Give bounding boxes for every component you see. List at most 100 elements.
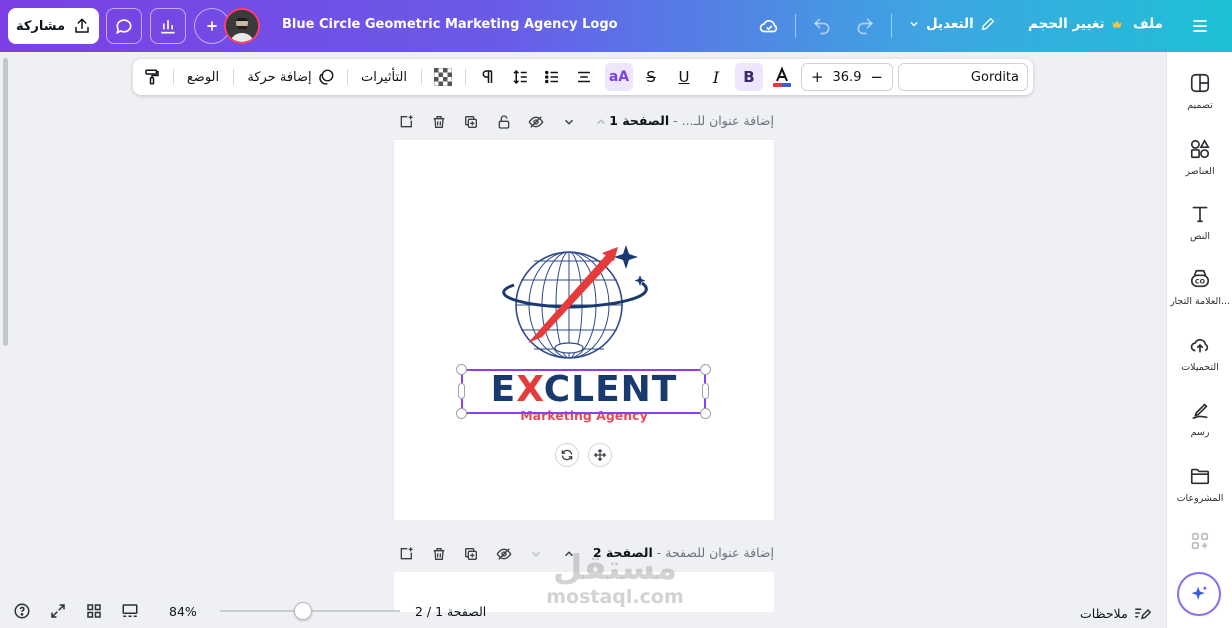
effects-button[interactable]: التأثيرات <box>357 59 411 95</box>
edit-mode-dropdown[interactable]: التعديل <box>908 16 996 32</box>
redo-icon <box>857 18 873 35</box>
page-1-title[interactable]: إضافة عنوان للـ... - الصفحة 1 <box>609 113 774 128</box>
bold-button[interactable]: B <box>735 63 763 91</box>
notes-label: ملاحظات <box>1080 605 1128 621</box>
redo-button[interactable] <box>853 14 877 38</box>
animate-button[interactable]: إضافة حركة <box>245 59 337 95</box>
resize-handle-top-left[interactable] <box>456 364 467 375</box>
copy-style-button[interactable] <box>139 59 165 95</box>
comment-button[interactable] <box>106 8 142 44</box>
underline-button[interactable]: U <box>671 59 697 95</box>
vertical-scrollbar[interactable] <box>3 58 8 346</box>
transparency-button[interactable] <box>430 59 456 95</box>
delete-page-button[interactable] <box>431 114 447 130</box>
sidebar-item-label: العلامة التجار... <box>1169 296 1231 307</box>
lock-page-button[interactable] <box>496 114 512 130</box>
sidebar-item-text[interactable]: النص <box>1167 203 1232 242</box>
file-menu[interactable]: ملف <box>1133 16 1163 32</box>
animate-circles-icon <box>318 69 334 85</box>
collapse-page-button-2[interactable] <box>528 546 544 562</box>
add-page-button[interactable] <box>398 114 414 130</box>
magic-assistant-button[interactable] <box>1179 574 1219 614</box>
sidebar-item-brand[interactable]: CO العلامة التجار... <box>1167 268 1232 307</box>
move-page-up-button-2[interactable] <box>561 546 577 562</box>
help-button[interactable] <box>13 602 31 620</box>
sidebar-item-label: رسم <box>1190 427 1210 438</box>
hide-page-button-2[interactable] <box>496 546 512 562</box>
list-button[interactable] <box>539 59 565 95</box>
pencil-icon <box>981 17 995 31</box>
page-1-canvas[interactable]: EXCLENT Marketing Agency <box>394 140 774 520</box>
resize-label: تغيير الحجم <box>1028 16 1105 32</box>
page-1-header: إضافة عنوان للـ... - الصفحة 1 <box>394 110 774 134</box>
checkerboard-icon <box>434 68 452 86</box>
text-selection-box[interactable] <box>461 369 706 414</box>
font-family-select[interactable]: Gordita <box>898 63 1028 91</box>
text-color-button[interactable] <box>769 59 795 95</box>
position-button[interactable]: الوضع <box>183 59 223 95</box>
sidebar-item-draw[interactable]: رسم <box>1167 399 1232 438</box>
unlock-icon <box>498 115 510 129</box>
cloud-save-status[interactable] <box>757 14 781 38</box>
alignment-button[interactable] <box>571 59 597 95</box>
sidebar-item-design[interactable]: تصميم <box>1167 72 1232 111</box>
resize-button[interactable]: تغيير الحجم <box>1028 16 1123 32</box>
avatar[interactable] <box>224 8 260 44</box>
font-size-stepper[interactable]: + 36.9 − <box>801 63 893 91</box>
collapse-page-button[interactable] <box>561 114 577 130</box>
notes-button[interactable]: ملاحظات <box>1080 604 1151 622</box>
resize-handle-right[interactable] <box>702 383 709 399</box>
delete-page-button-2[interactable] <box>431 546 447 562</box>
hide-page-button[interactable] <box>528 114 544 130</box>
globe-rocket-logo[interactable] <box>494 245 654 365</box>
strikethrough-button[interactable]: S <box>638 59 664 95</box>
text-direction-button[interactable] <box>474 59 500 95</box>
page-2-title-placeholder: إضافة عنوان للصفحة <box>665 545 774 560</box>
duplicate-page-button-2[interactable] <box>463 546 479 562</box>
undo-icon <box>814 18 830 35</box>
sidebar-item-projects[interactable]: المشروعات <box>1167 465 1232 504</box>
italic-button[interactable]: I <box>703 59 729 95</box>
spacing-button[interactable] <box>507 59 533 95</box>
text-icon <box>1192 206 1208 223</box>
grid-view-button[interactable] <box>85 602 103 620</box>
page-2-header: إضافة عنوان للصفحة - الصفحة 2 <box>394 542 774 566</box>
zoom-slider-thumb[interactable] <box>293 602 312 620</box>
sidebar-item-uploads[interactable]: التحميلات <box>1167 334 1232 373</box>
add-page-button-2[interactable] <box>398 546 414 562</box>
pages-view-button[interactable] <box>121 602 139 620</box>
duplicate-page-button[interactable] <box>463 114 479 130</box>
move-page-up-button[interactable] <box>593 114 609 130</box>
resize-handle-top-right[interactable] <box>700 364 711 375</box>
pages-panel-icon <box>122 604 138 617</box>
sidebar-item-apps[interactable] <box>1167 530 1232 558</box>
font-size-decrease[interactable]: − <box>870 68 883 86</box>
trash-icon <box>433 116 445 128</box>
plus-icon <box>207 21 217 31</box>
page-2-title[interactable]: إضافة عنوان للصفحة - الصفحة 2 <box>593 545 774 560</box>
main-menu-button[interactable] <box>1188 14 1212 38</box>
page-1-label: الصفحة 1 <box>609 113 670 128</box>
align-center-icon <box>578 71 590 83</box>
font-size-increase[interactable]: + <box>811 68 824 86</box>
pilcrow-icon <box>482 70 493 83</box>
share-button[interactable]: مشاركة <box>8 8 99 44</box>
resize-handle-left[interactable] <box>458 383 465 399</box>
rotate-handle[interactable] <box>555 443 579 467</box>
sidebar-item-elements[interactable]: العناصر <box>1167 138 1232 177</box>
resize-handle-bottom-right[interactable] <box>700 408 711 419</box>
page-2-sep: - <box>652 545 666 560</box>
document-title[interactable]: Blue Circle Geometric Marketing Agency L… <box>282 17 618 32</box>
zoom-level[interactable]: 84% <box>169 604 197 619</box>
fullscreen-button[interactable] <box>49 602 67 620</box>
font-size-value[interactable]: 36.9 <box>833 70 862 85</box>
resize-handle-bottom-left[interactable] <box>456 408 467 419</box>
draw-icon <box>1192 403 1208 420</box>
insights-button[interactable] <box>150 8 186 44</box>
undo-button[interactable] <box>810 14 834 38</box>
move-handle[interactable] <box>588 443 612 467</box>
layout-icon <box>1190 73 1210 93</box>
right-sidebar: تصميم العناصر النص CO العلامة التجار... … <box>1166 52 1232 628</box>
page-indicator[interactable]: الصفحة 1 / 2 <box>415 604 486 619</box>
letter-case-button[interactable]: aA <box>605 63 633 91</box>
